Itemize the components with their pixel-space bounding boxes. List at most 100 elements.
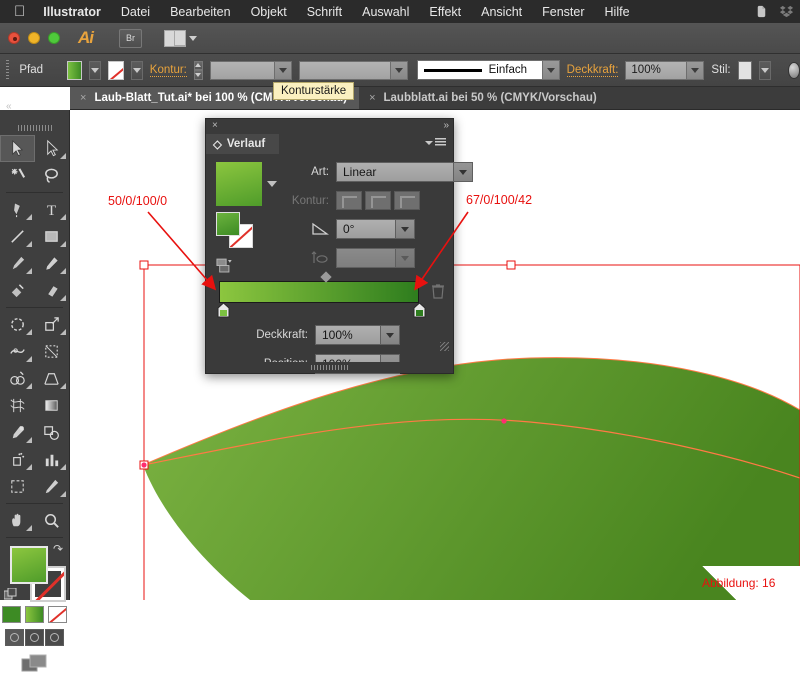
none-mode-swatch[interactable] [48,606,67,623]
chevron-down-icon[interactable] [267,181,277,187]
gradient-preview-swatch[interactable] [216,162,262,206]
screen-mode-full[interactable] [45,629,64,646]
stroke-weight-input[interactable] [210,61,275,80]
document-setup-icon[interactable] [788,62,800,79]
screen-mode-normal[interactable] [5,629,24,646]
panel-resize-grip[interactable] [440,342,449,351]
stroke-across-button[interactable] [394,191,420,210]
gradient-slider[interactable] [216,281,443,303]
rotate-tool[interactable] [0,311,35,338]
paintbrush-tool[interactable] [0,250,35,277]
opacity-label[interactable]: Deckkraft: [567,64,619,77]
arrange-documents-button[interactable] [164,30,197,47]
menu-item-auswahl[interactable]: Auswahl [362,5,409,19]
control-bar-grip[interactable] [6,60,9,80]
menu-item-schrift[interactable]: Schrift [307,5,342,19]
stroke-weight-stepper[interactable] [194,61,203,80]
gradient-stop-end[interactable] [413,303,426,318]
menu-item-datei[interactable]: Datei [121,5,150,19]
graphic-style-dropdown[interactable] [759,61,771,80]
change-screen-mode-icon[interactable] [21,654,49,674]
gradient-panel-tab[interactable]: ◇ Verlauf [206,134,279,154]
type-tool[interactable]: T [35,196,70,223]
menu-item-hilfe[interactable]: Hilfe [605,5,630,19]
width-tool[interactable] [0,338,35,365]
gradient-mode-swatch[interactable] [25,606,44,623]
gradient-tool[interactable] [35,392,70,419]
blend-tool[interactable] [35,419,70,446]
pencil-tool[interactable] [35,250,70,277]
tools-panel-grip[interactable] [18,125,52,131]
maximize-window-button[interactable] [48,32,60,44]
slice-tool[interactable] [35,473,70,500]
gradient-opacity-value[interactable]: 100% [315,325,381,345]
color-mode-swatch[interactable] [2,606,21,623]
selection-tool[interactable] [0,135,35,162]
apple-logo-icon[interactable]:  [14,4,25,19]
menu-item-fenster[interactable]: Fenster [542,5,584,19]
free-transform-tool[interactable] [35,338,70,365]
stroke-profile-dropdown[interactable] [391,61,408,80]
gradient-aspect-dropdown[interactable] [396,248,415,268]
opacity-dropdown[interactable] [687,61,704,80]
pen-tool[interactable] [0,196,35,223]
perspective-grid-tool[interactable] [35,365,70,392]
panel-drag-grip[interactable] [311,365,349,370]
gradient-ramp[interactable] [219,281,419,303]
document-tab-second[interactable]: × Laubblatt.ai bei 50 % (CMYK/Vorschau) [359,87,609,109]
zoom-tool[interactable] [35,507,70,534]
fill-color-indicator[interactable] [10,546,48,584]
menu-item-objekt[interactable]: Objekt [251,5,287,19]
gradient-type-dropdown[interactable] [454,162,473,182]
gradient-angle-dropdown[interactable] [396,219,415,239]
eraser-tool[interactable] [35,277,70,304]
stroke-swatch-dropdown[interactable] [131,61,143,80]
stroke-color-swatch[interactable] [108,61,124,80]
panel-fill-stroke-indicator[interactable] [216,212,256,250]
artboard-tool[interactable] [0,473,35,500]
direct-selection-tool[interactable] [35,135,70,162]
menu-item-effekt[interactable]: Effekt [429,5,461,19]
stroke-style-select[interactable]: Einfach [417,60,543,80]
line-segment-tool[interactable] [0,223,35,250]
eyedropper-tool[interactable] [0,419,35,446]
menu-item-ansicht[interactable]: Ansicht [481,5,522,19]
stepper-up-icon[interactable] [194,61,203,71]
stroke-within-button[interactable] [336,191,362,210]
blob-brush-tool[interactable] [0,277,35,304]
gradient-aspect-value[interactable] [336,248,396,268]
stroke-along-button[interactable] [365,191,391,210]
close-icon[interactable]: × [369,92,375,104]
stroke-weight-label[interactable]: Kontur: [150,64,187,77]
fill-color-swatch[interactable] [67,61,83,80]
close-icon[interactable]: × [212,120,218,131]
gradient-type-icon[interactable] [216,258,240,274]
opacity-input[interactable]: 100% [625,61,687,80]
gradient-angle-value[interactable]: 0° [336,219,396,239]
stepper-down-icon[interactable] [194,70,203,80]
menu-item-bearbeiten[interactable]: Bearbeiten [170,5,230,19]
lasso-tool[interactable] [35,162,70,189]
fill-swatch-dropdown[interactable] [89,61,101,80]
gradient-panel[interactable]: × » ◇ Verlauf [205,118,454,374]
shape-builder-tool[interactable] [0,365,35,392]
symbol-sprayer-tool[interactable] [0,446,35,473]
menu-app-name[interactable]: Illustrator [43,5,101,19]
hand-tool[interactable] [0,507,35,534]
gradient-stop-start[interactable] [217,303,230,318]
stroke-style-dropdown[interactable] [543,60,560,80]
gradient-opacity-dropdown[interactable] [381,325,400,345]
screen-mode-full-menubar[interactable] [25,629,44,646]
collapse-panel-icon[interactable]: « [6,101,12,112]
panel-fill-indicator[interactable] [216,212,240,236]
magic-wand-tool[interactable] [0,162,35,189]
collapse-panel-icon[interactable]: » [443,120,447,131]
rectangle-tool[interactable] [35,223,70,250]
minimize-window-button[interactable] [28,32,40,44]
delete-stop-icon[interactable] [431,283,445,299]
scale-tool[interactable] [35,311,70,338]
stroke-profile-input[interactable] [299,61,391,80]
gradient-type-value[interactable]: Linear [336,162,454,182]
evernote-icon[interactable] [754,4,769,19]
close-window-button[interactable] [8,32,20,44]
